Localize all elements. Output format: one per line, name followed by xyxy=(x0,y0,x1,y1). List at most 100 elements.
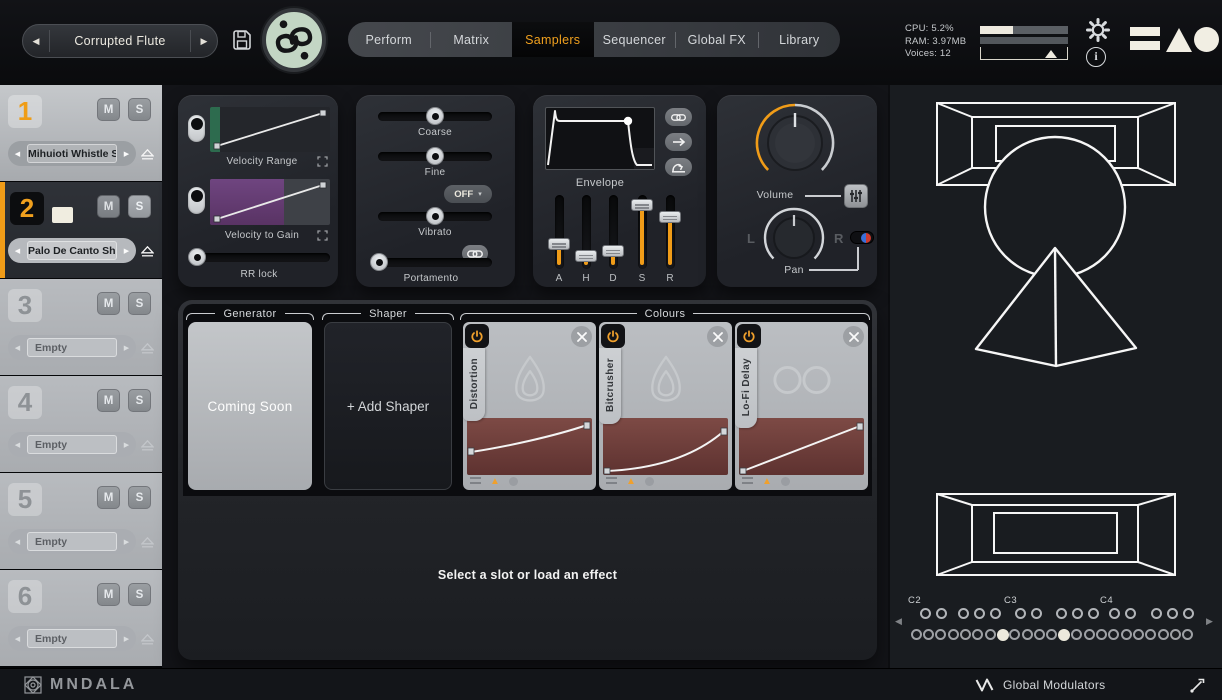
preset-next-button[interactable]: ▶ xyxy=(191,36,217,47)
sampler-slot-2[interactable]: 2MS◀Palo De Canto Sh...▶ xyxy=(0,182,162,278)
white-key-dot[interactable] xyxy=(1022,629,1033,640)
white-key-dot-active[interactable] xyxy=(1058,629,1070,641)
next-sample-arrow[interactable]: ▶ xyxy=(117,441,136,449)
save-icon[interactable] xyxy=(231,29,253,51)
preset-selector[interactable]: ◀ Corrupted Flute ▶ xyxy=(22,24,218,58)
effect-curve-editor[interactable] xyxy=(603,418,728,475)
velocity-gain-editor[interactable] xyxy=(210,179,330,225)
mute-button[interactable]: M xyxy=(97,292,120,315)
colour-slot-lofi-delay[interactable]: Lo-Fi Delay ▲ xyxy=(735,322,868,490)
black-key-dot[interactable] xyxy=(1125,608,1136,619)
eject-icon[interactable] xyxy=(141,535,154,553)
prev-sample-arrow[interactable]: ◀ xyxy=(8,150,27,158)
mute-button[interactable]: M xyxy=(97,195,120,218)
circle-indicator[interactable] xyxy=(509,477,518,486)
white-key-dot[interactable] xyxy=(1133,629,1144,640)
prev-sample-arrow[interactable]: ◀ xyxy=(8,538,27,546)
next-sample-arrow[interactable]: ▶ xyxy=(117,344,136,352)
mixer-icon[interactable] xyxy=(844,184,868,208)
eject-icon[interactable] xyxy=(141,244,154,262)
black-key-dot[interactable] xyxy=(1151,608,1162,619)
eject-icon[interactable] xyxy=(141,632,154,650)
add-shaper-button[interactable]: + Add Shaper xyxy=(324,322,452,490)
colour-slot-bitcrusher[interactable]: Bitcrusher ▲ xyxy=(599,322,732,490)
slider-triangle-handle[interactable] xyxy=(1045,50,1057,58)
power-button[interactable] xyxy=(465,324,489,348)
tab-sequencer[interactable]: Sequencer xyxy=(594,22,676,57)
sample-selector[interactable]: ◀Mihuioti Whistle S...▶ xyxy=(8,141,136,166)
black-key-dot[interactable] xyxy=(1088,608,1099,619)
black-key-dot[interactable] xyxy=(936,608,947,619)
output-level-slider[interactable] xyxy=(980,47,1068,60)
next-sample-arrow[interactable]: ▶ xyxy=(117,635,136,643)
black-key-dot[interactable] xyxy=(1056,608,1067,619)
power-button[interactable] xyxy=(737,324,761,348)
range-right-arrow[interactable]: ▶ xyxy=(1206,616,1213,627)
envelope-link-icon[interactable] xyxy=(665,108,692,126)
sampler-slot-3[interactable]: 3MS◀Empty▶ xyxy=(0,279,162,375)
prev-sample-arrow[interactable]: ◀ xyxy=(8,441,27,449)
circle-indicator[interactable] xyxy=(781,477,790,486)
expand-icon[interactable] xyxy=(317,156,328,167)
black-key-dot[interactable] xyxy=(920,608,931,619)
mute-button[interactable]: M xyxy=(97,583,120,606)
envelope-fader-d[interactable] xyxy=(602,195,624,269)
sample-selector[interactable]: ◀Empty▶ xyxy=(8,335,136,360)
eject-icon[interactable] xyxy=(141,438,154,456)
white-key-dot-active[interactable] xyxy=(997,629,1009,641)
envelope-fader-s[interactable] xyxy=(631,195,653,269)
solo-button[interactable]: S xyxy=(128,292,151,315)
envelope-arrow-icon[interactable] xyxy=(665,133,692,151)
close-icon[interactable] xyxy=(571,326,592,347)
white-key-dot[interactable] xyxy=(923,629,934,640)
vibrato-mode-dropdown[interactable]: OFF ▾ xyxy=(444,185,492,203)
fine-slider[interactable] xyxy=(378,147,492,165)
portamento-slider[interactable] xyxy=(370,253,492,271)
black-key-dot[interactable] xyxy=(1015,608,1026,619)
white-key-dot[interactable] xyxy=(1158,629,1169,640)
effect-curve-editor[interactable] xyxy=(467,418,592,475)
prev-sample-arrow[interactable]: ◀ xyxy=(8,635,27,643)
black-key-dot[interactable] xyxy=(990,608,1001,619)
collapse-icon[interactable] xyxy=(1188,676,1206,694)
white-key-dot[interactable] xyxy=(985,629,996,640)
prev-sample-arrow[interactable]: ◀ xyxy=(8,344,27,352)
tab-samplers[interactable]: Samplers xyxy=(512,22,594,57)
black-key-dot[interactable] xyxy=(1031,608,1042,619)
close-icon[interactable] xyxy=(707,326,728,347)
effect-curve-editor[interactable] xyxy=(739,418,864,475)
triangle-indicator[interactable]: ▲ xyxy=(490,477,500,487)
sample-selector[interactable]: ◀Empty▶ xyxy=(8,626,136,651)
black-key-dot[interactable] xyxy=(1167,608,1178,619)
effect-name-tab[interactable]: Bitcrusher xyxy=(599,348,621,424)
info-icon[interactable]: i xyxy=(1086,47,1106,67)
tab-matrix[interactable]: Matrix xyxy=(431,22,513,57)
solo-button[interactable]: S xyxy=(128,389,151,412)
tab-library[interactable]: Library xyxy=(759,22,841,57)
white-key-dot[interactable] xyxy=(1170,629,1181,640)
settings-gear-icon[interactable] xyxy=(1085,17,1111,43)
white-key-dot[interactable] xyxy=(1096,629,1107,640)
envelope-display[interactable] xyxy=(545,107,655,170)
mute-button[interactable]: M xyxy=(97,98,120,121)
black-key-dot[interactable] xyxy=(1072,608,1083,619)
envelope-fader-r[interactable] xyxy=(659,195,681,269)
coarse-slider[interactable] xyxy=(378,107,492,125)
triangle-indicator[interactable]: ▲ xyxy=(762,477,772,487)
close-icon[interactable] xyxy=(843,326,864,347)
solo-button[interactable]: S xyxy=(128,486,151,509)
prev-sample-arrow[interactable]: ◀ xyxy=(8,247,27,255)
menu-icon[interactable] xyxy=(606,477,617,486)
solo-button[interactable]: S xyxy=(128,98,151,121)
space-wireframe[interactable] xyxy=(890,85,1222,668)
global-modulators-button[interactable]: Global Modulators xyxy=(975,669,1105,700)
next-sample-arrow[interactable]: ▶ xyxy=(117,150,136,158)
sampler-slot-1[interactable]: 1MS◀Mihuioti Whistle S...▶ xyxy=(0,85,162,181)
sampler-slot-6[interactable]: 6MS◀Empty▶ xyxy=(0,570,162,666)
mntra-swirl-logo[interactable] xyxy=(262,8,326,72)
black-key-dot[interactable] xyxy=(1109,608,1120,619)
range-left-arrow[interactable]: ◀ xyxy=(895,616,902,627)
sample-selector[interactable]: ◀Empty▶ xyxy=(8,432,136,457)
menu-icon[interactable] xyxy=(470,477,481,486)
eject-icon[interactable] xyxy=(141,341,154,359)
